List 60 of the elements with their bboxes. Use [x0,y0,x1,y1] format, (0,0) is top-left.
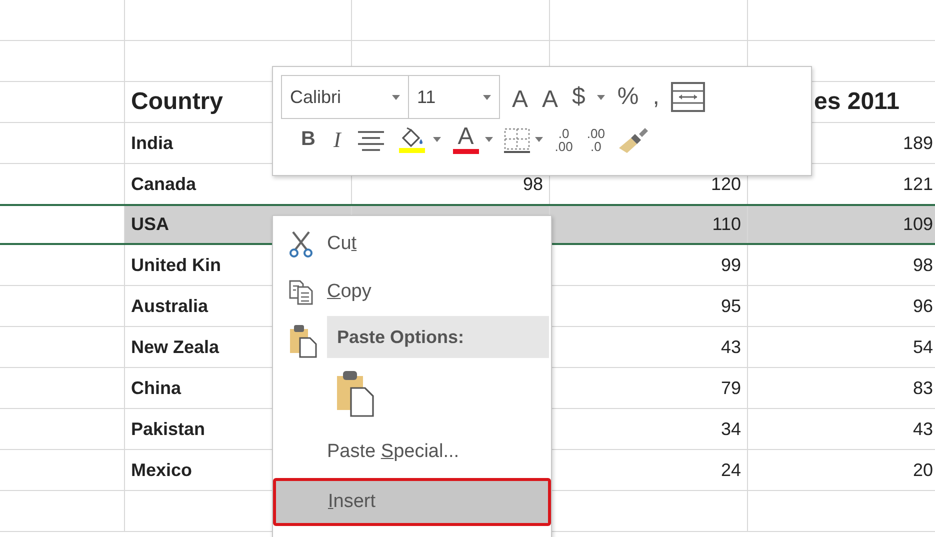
table-cell: 34 [720,418,741,440]
table-cell: 54 [912,336,933,358]
table-cell: New Zeala [131,336,220,358]
table-cell: 79 [720,378,741,398]
table-cell: 110 [712,214,741,235]
caret-icon[interactable] [432,137,441,142]
table-cell: China [131,378,182,398]
table-cell: 109 [902,214,933,235]
table-cell: 83 [912,378,933,398]
dropdown-field[interactable]: 11 [408,75,500,119]
caret-icon[interactable] [534,137,543,142]
dropdown-field[interactable]: Calibri [281,75,409,119]
currency-button[interactable]: $ [570,83,588,111]
column-header: es 2011 [814,88,900,116]
paintbrush-icon[interactable] [616,126,651,154]
shrink-font-button[interactable]: A [540,80,560,114]
table-cell: 99 [720,254,741,276]
table-cell: 96 [912,296,933,316]
caret-icon [483,94,491,100]
caret-icon [392,94,400,100]
caret-icon[interactable] [597,94,606,100]
scissors-icon [289,230,313,258]
table-cell: 20 [912,460,933,480]
format-button[interactable]: % [615,83,641,111]
table-cell: 98 [912,254,933,276]
decrease-decimal-button[interactable]: .00 .0 [584,126,607,152]
table-cell: 189 [902,132,933,154]
caret-icon[interactable] [484,137,493,142]
menu-section-header: Paste Options: [327,316,549,358]
table-cell: 43 [912,418,933,440]
column-header: Country [131,88,223,116]
table-cell: 98 [522,174,543,194]
table-cell: United Kin [131,254,221,276]
format-button[interactable]: , [650,83,662,111]
menu-item[interactable]: Insert [273,478,551,526]
table-cell: 43 [720,336,741,358]
menu-item[interactable]: Cut [275,220,549,268]
table-cell: 24 [720,460,741,480]
menu-item[interactable]: Paste Special... [275,428,549,476]
menu-item[interactable]: Copy [275,268,549,316]
table-cell: India [131,132,174,154]
clipboard-icon [289,324,317,358]
borders-icon[interactable] [502,126,531,152]
table-cell: USA [131,214,170,235]
font-color-button[interactable]: A [450,125,481,154]
table-cell: Australia [131,296,208,316]
grow-font-button[interactable]: A [510,80,530,114]
bold-button[interactable]: B [299,128,318,151]
copy-icon [288,279,314,305]
wrap-text-icon[interactable] [671,82,706,112]
clipboard-icon[interactable] [335,368,375,418]
table-cell: 120 [710,174,741,194]
table-cell: 121 [902,174,933,194]
table-cell: 95 [720,296,741,316]
table-cell: Mexico [131,460,192,480]
italic-button[interactable]: I [331,126,343,152]
increase-decimal-button[interactable]: .0 .00 [552,126,575,152]
table-cell: Pakistan [131,418,206,440]
align-center-icon[interactable] [356,128,385,150]
table-cell: Canada [131,174,196,194]
